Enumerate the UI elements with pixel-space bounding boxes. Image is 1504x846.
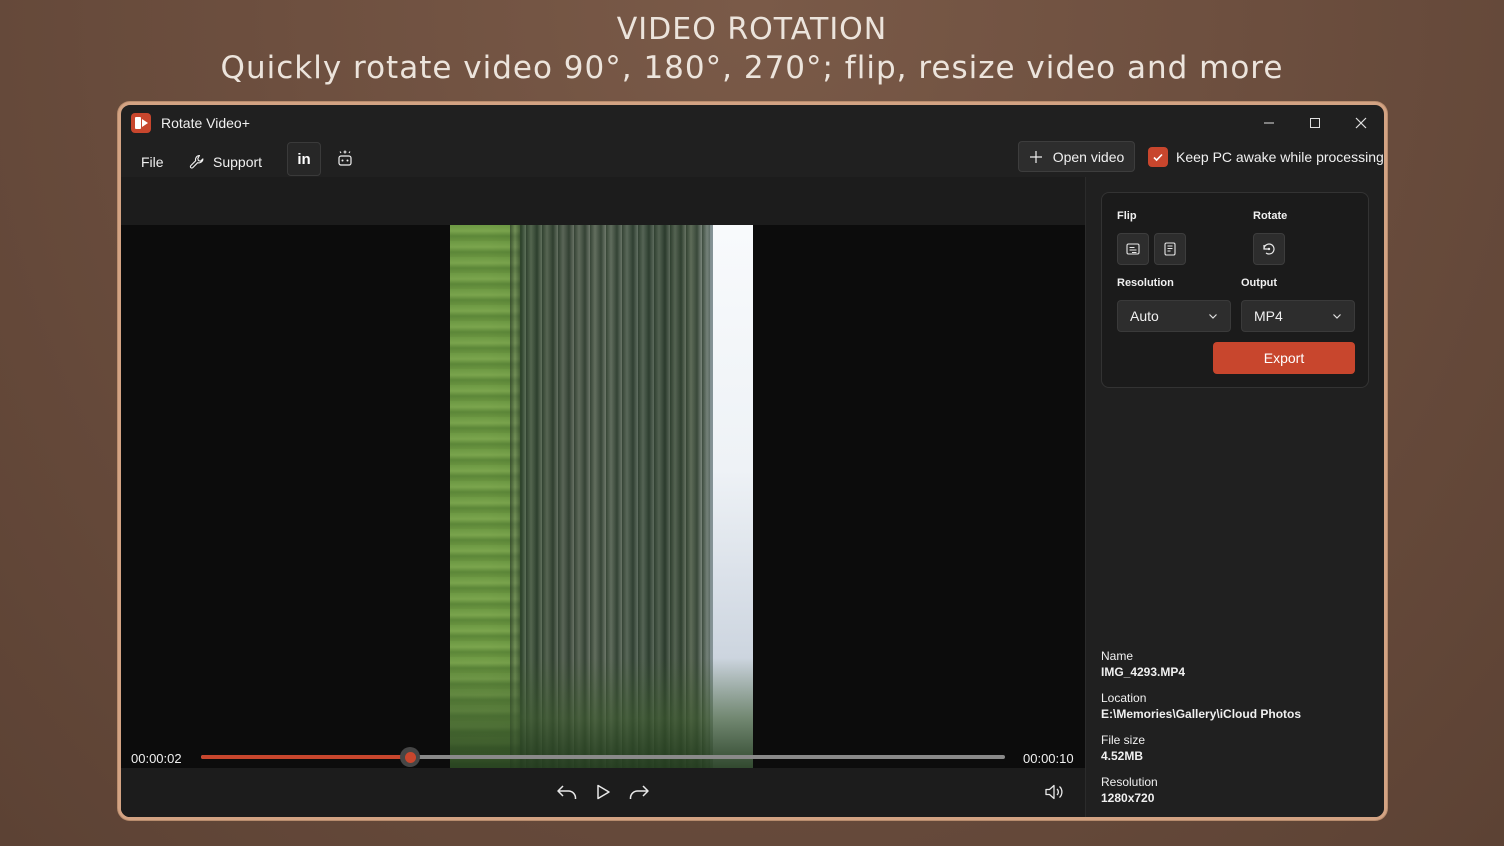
forward-button[interactable] [625, 778, 653, 806]
plus-icon [1029, 150, 1042, 163]
sparkle-filter-icon [338, 150, 352, 166]
flip-horizontal-icon [1126, 243, 1140, 255]
promo-subtitle: Quickly rotate video 90°, 180°, 270°; fl… [220, 50, 1284, 86]
file-size-label: File size [1101, 733, 1146, 747]
minimize-icon [1264, 122, 1274, 124]
keep-awake-label: Keep PC awake while processing [1176, 149, 1384, 165]
promo-title: VIDEO ROTATION [616, 12, 888, 47]
undo-arrow-icon [557, 785, 577, 799]
redo-arrow-icon [629, 785, 649, 799]
linkedin-button[interactable]: in [287, 142, 321, 176]
flip-label: Flip [1117, 210, 1137, 222]
app-logo-icon [131, 113, 151, 133]
seek-bar-progress [201, 755, 411, 759]
open-video-button[interactable]: Open video [1018, 141, 1135, 172]
video-shrubs [450, 658, 753, 768]
maximize-button[interactable] [1292, 105, 1338, 141]
play-button[interactable] [589, 778, 617, 806]
file-name-value: IMG_4293.MP4 [1101, 665, 1186, 679]
flip-vertical-button[interactable] [1154, 233, 1186, 265]
edit-options-card: Flip Rotate Resolution Output Auto MP4 E… [1101, 192, 1369, 388]
linkedin-icon: in [297, 150, 311, 168]
seek-thumb[interactable] [400, 747, 421, 767]
rotate-button[interactable] [1253, 233, 1285, 265]
output-select[interactable]: MP4 [1241, 300, 1355, 332]
wrench-icon [189, 154, 204, 169]
title-bar[interactable]: Rotate Video+ [121, 105, 1384, 141]
player-header [121, 177, 1085, 225]
app-title: Rotate Video+ [161, 115, 250, 131]
file-resolution-info: Resolution 1280x720 [1101, 775, 1158, 805]
play-icon [597, 784, 610, 800]
file-size-value: 4.52MB [1101, 749, 1144, 763]
keep-awake-checkbox[interactable] [1148, 147, 1168, 167]
volume-button[interactable] [1041, 778, 1069, 806]
file-location-value: E:\Memories\Gallery\iCloud Photos [1101, 707, 1302, 721]
support-menu[interactable]: Support [189, 149, 262, 175]
file-resolution-label: Resolution [1101, 775, 1158, 789]
playback-controls [121, 768, 1085, 817]
output-label: Output [1241, 277, 1278, 289]
output-value: MP4 [1254, 308, 1283, 324]
keep-awake-option[interactable]: Keep PC awake while processing [1148, 147, 1384, 167]
chevron-down-icon [1333, 314, 1341, 319]
checkmark-icon [1153, 153, 1163, 162]
close-icon [1355, 117, 1367, 129]
file-location-label: Location [1101, 691, 1147, 705]
resolution-value: Auto [1130, 308, 1159, 324]
file-location-info: Location E:\Memories\Gallery\iCloud Phot… [1101, 691, 1301, 721]
maximize-icon [1310, 118, 1320, 128]
flip-horizontal-button[interactable] [1117, 233, 1149, 265]
open-video-label: Open video [1052, 148, 1125, 165]
volume-icon [1045, 784, 1063, 800]
rotate-label: Rotate [1253, 210, 1288, 222]
file-name-info: Name IMG_4293.MP4 [1101, 649, 1185, 679]
file-name-label: Name [1101, 649, 1134, 663]
seek-bar[interactable] [201, 747, 1005, 767]
rotate-icon [1263, 243, 1275, 255]
effects-button[interactable] [329, 142, 361, 174]
current-time: 00:00:02 [131, 751, 182, 766]
file-resolution-value: 1280x720 [1101, 791, 1155, 805]
export-button[interactable]: Export [1213, 342, 1355, 374]
file-menu[interactable]: File [141, 149, 164, 175]
close-button[interactable] [1338, 105, 1384, 141]
flip-vertical-icon [1164, 242, 1176, 256]
menu-bar: File Support in Open video Keep PC awake… [121, 141, 1384, 179]
minimize-button[interactable] [1246, 105, 1292, 141]
total-time: 00:00:10 [1023, 751, 1074, 766]
resolution-label: Resolution [1117, 277, 1174, 289]
support-label: Support [213, 154, 263, 170]
settings-panel: Flip Rotate Resolution Output Auto MP4 E… [1085, 177, 1384, 817]
file-size-info: File size 4.52MB [1101, 733, 1145, 763]
video-player: 00:00:02 00:00:10 [121, 177, 1085, 817]
video-preview[interactable] [450, 225, 753, 768]
rewind-button[interactable] [553, 778, 581, 806]
chevron-down-icon [1209, 314, 1217, 319]
app-window: Rotate Video+ File Support in Open video… [118, 102, 1387, 820]
resolution-select[interactable]: Auto [1117, 300, 1231, 332]
